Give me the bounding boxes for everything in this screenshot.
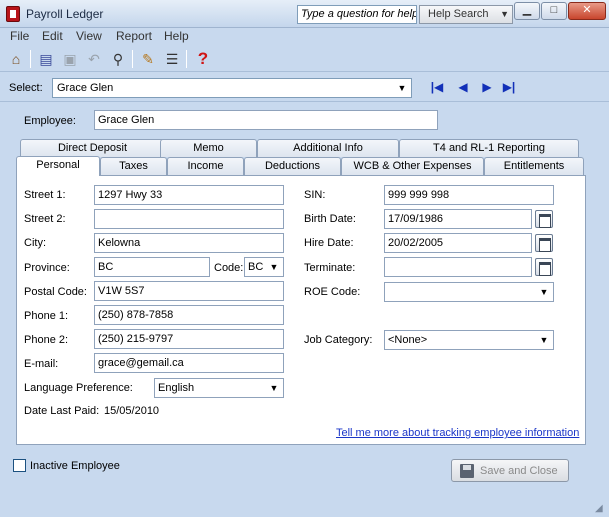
street1-label: Street 1: (24, 189, 66, 201)
birth-date-calendar-icon[interactable] (535, 210, 553, 228)
language-dropdown[interactable]: English ▼ (154, 378, 284, 398)
employee-name-field[interactable]: Grace Glen (94, 110, 438, 130)
last-paid-value: 15/05/2010 (104, 405, 160, 417)
tab-taxes[interactable]: Taxes (100, 157, 167, 175)
help-question-icon[interactable]: ? (193, 49, 213, 69)
tab-income[interactable]: Income (167, 157, 244, 175)
roe-code-dropdown[interactable]: ▼ (384, 282, 554, 302)
hire-date-calendar-icon[interactable] (535, 234, 553, 252)
find-icon[interactable]: ⚲ (108, 49, 128, 69)
phone2-label: Phone 2: (24, 334, 69, 346)
save-icon (460, 464, 474, 478)
save-and-close-label: Save and Close (480, 465, 558, 477)
minimize-button[interactable]: ▁ (514, 2, 540, 20)
employee-info-help-link[interactable]: Tell me more about tracking employee inf… (336, 427, 579, 439)
edit-pencil-icon[interactable]: ✎ (138, 49, 158, 69)
menu-help[interactable]: Help (164, 29, 189, 43)
sin-label: SIN: (304, 189, 326, 201)
hire-date-field[interactable]: 20/02/2005 (384, 233, 532, 253)
next-record-icon[interactable]: ▶ (478, 79, 496, 95)
menu-view[interactable]: View (76, 29, 102, 43)
street2-label: Street 2: (24, 213, 66, 225)
employee-label: Employee: (24, 115, 76, 127)
window-title: Payroll Ledger (26, 7, 104, 21)
province-code-dropdown[interactable]: BC ▼ (244, 257, 284, 277)
maximize-button[interactable]: □ (541, 2, 567, 20)
terminate-label: Terminate: (304, 262, 356, 274)
select-value: Grace Glen (57, 82, 114, 94)
employee-select-dropdown[interactable]: Grace Glen ▼ (52, 78, 412, 98)
street1-field[interactable]: 1297 Hwy 33 (94, 185, 284, 205)
tab-personal[interactable]: Personal (16, 156, 100, 176)
hire-date-label: Hire Date: (304, 237, 354, 249)
tab-t4-rl1-reporting[interactable]: T4 and RL-1 Reporting (399, 139, 579, 157)
undo-icon[interactable]: ↶ (84, 49, 104, 69)
toolbar-separator (132, 50, 133, 68)
province-label: Province: (24, 262, 70, 274)
list-icon[interactable]: ☰ (162, 49, 182, 69)
roe-code-label: ROE Code: (304, 286, 361, 298)
save-icon[interactable]: ▣ (60, 49, 80, 69)
tab-deductions[interactable]: Deductions (244, 157, 341, 175)
inactive-employee-checkbox[interactable] (13, 459, 26, 472)
chevron-down-icon: ▼ (500, 9, 509, 19)
tab-memo[interactable]: Memo (160, 139, 257, 157)
city-field[interactable]: Kelowna (94, 233, 284, 253)
terminate-date-calendar-icon[interactable] (535, 258, 553, 276)
email-field[interactable]: grace@gemail.ca (94, 353, 284, 373)
menu-bar: File Edit View Report Help (0, 28, 609, 45)
chevron-down-icon: ▼ (539, 335, 549, 345)
save-and-close-button[interactable]: Save and Close (451, 459, 569, 482)
open-record-icon[interactable]: ▤ (36, 49, 56, 69)
province-field[interactable]: BC (94, 257, 210, 277)
sin-field[interactable]: 999 999 998 (384, 185, 554, 205)
postal-code-field[interactable]: V1W 5S7 (94, 281, 284, 301)
postal-code-label: Postal Code: (24, 286, 87, 298)
chevron-down-icon: ▼ (269, 383, 279, 393)
first-record-icon[interactable]: |◀ (428, 79, 446, 95)
chevron-down-icon: ▼ (539, 287, 549, 297)
home-icon[interactable]: ⌂ (6, 49, 26, 69)
resize-grip-icon[interactable]: ◢ (595, 503, 607, 515)
close-button[interactable]: ✕ (568, 2, 606, 20)
phone1-label: Phone 1: (24, 310, 69, 322)
menu-report[interactable]: Report (116, 29, 152, 43)
province-code-value: BC (248, 261, 264, 273)
select-label: Select: (9, 82, 43, 94)
last-record-icon[interactable]: ▶| (500, 79, 518, 95)
phone1-field[interactable]: (250) 878-7858 (94, 305, 284, 325)
help-search-dropdown[interactable]: Help Search ▼ (419, 5, 513, 24)
app-icon (6, 6, 20, 22)
birth-date-label: Birth Date: (304, 213, 356, 225)
chevron-down-icon: ▼ (397, 83, 407, 93)
terminate-date-field[interactable] (384, 257, 532, 277)
help-search-label: Help Search (428, 8, 489, 20)
inactive-employee-label: Inactive Employee (30, 460, 120, 472)
toolbar-separator (30, 50, 31, 68)
phone2-field[interactable]: (250) 215-9797 (94, 329, 284, 349)
job-category-label: Job Category: (304, 334, 373, 346)
title-bar: Payroll Ledger Type a question for help … (0, 0, 609, 28)
tab-additional-info[interactable]: Additional Info (257, 139, 399, 157)
tab-entitlements[interactable]: Entitlements (484, 157, 584, 175)
help-question-input[interactable]: Type a question for help (297, 5, 417, 24)
menu-file[interactable]: File (10, 29, 29, 43)
tab-wcb-other-expenses[interactable]: WCB & Other Expenses (341, 157, 484, 175)
job-category-value: <None> (388, 334, 428, 346)
birth-date-field[interactable]: 17/09/1986 (384, 209, 532, 229)
language-label: Language Preference: (24, 382, 133, 394)
last-paid-label: Date Last Paid: (24, 405, 100, 417)
previous-record-icon[interactable]: ◀ (454, 79, 472, 95)
chevron-down-icon: ▼ (269, 262, 279, 272)
city-label: City: (24, 237, 46, 249)
street2-field[interactable] (94, 209, 284, 229)
toolbar: ⌂ ▤ ▣ ↶ ⚲ ✎ ☰ ? (0, 46, 609, 72)
job-category-dropdown[interactable]: <None> ▼ (384, 330, 554, 350)
code-label: Code: (214, 262, 244, 274)
email-label: E-mail: (24, 358, 59, 370)
toolbar-separator (186, 50, 187, 68)
tab-direct-deposit[interactable]: Direct Deposit (20, 139, 165, 157)
language-value: English (158, 382, 195, 394)
menu-edit[interactable]: Edit (42, 29, 63, 43)
